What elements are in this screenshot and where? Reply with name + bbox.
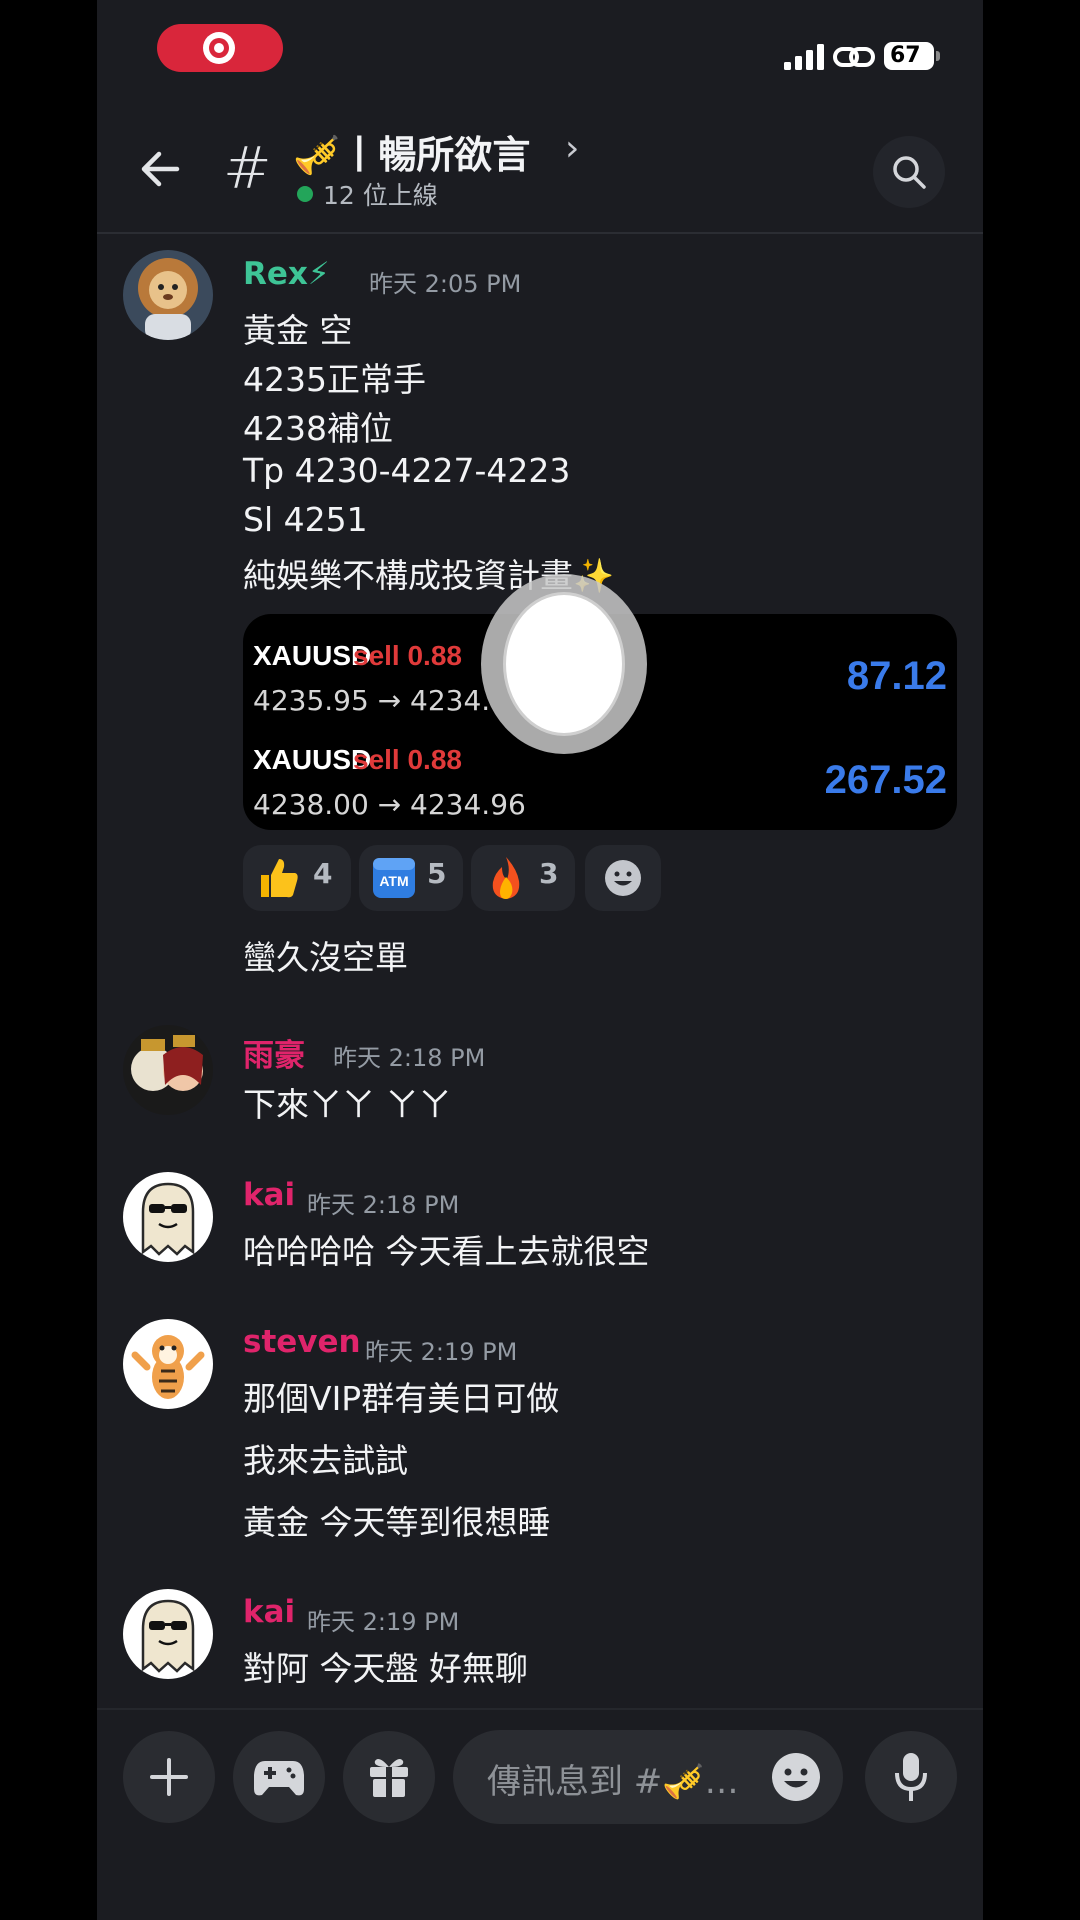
message-author[interactable]: kai [243, 1177, 295, 1213]
message-text: 蠻久沒空單 [243, 938, 408, 977]
gift-icon [370, 1759, 408, 1797]
message-text: Sl 4251 [243, 500, 368, 539]
lion-avatar-icon [123, 250, 213, 340]
activities-button[interactable] [233, 1731, 325, 1823]
channel-hash-icon: # [223, 134, 272, 202]
message-text: 哈哈哈哈 今天看上去就很空 [243, 1232, 650, 1271]
gift-button[interactable] [343, 1731, 435, 1823]
message-author[interactable]: 雨豪 [243, 1030, 305, 1075]
message-timestamp: 昨天 2:18 PM [307, 1191, 460, 1219]
message-timestamp: 昨天 2:19 PM [307, 1608, 460, 1636]
message-timestamp: 昨天 2:05 PM [369, 270, 522, 298]
add-attachment-button[interactable] [123, 1731, 215, 1823]
svg-text:ATM: ATM [379, 873, 408, 889]
avatar[interactable] [123, 1025, 213, 1115]
record-icon [203, 32, 235, 64]
back-arrow-icon[interactable] [137, 146, 183, 192]
gamepad-icon [254, 1761, 304, 1796]
message-text: 我來去試試 [243, 1441, 408, 1480]
cards-avatar-icon [123, 1025, 213, 1115]
message-timestamp: 昨天 2:18 PM [333, 1044, 486, 1072]
message-input[interactable]: 傳訊息到 #🎺… [453, 1730, 843, 1824]
reaction-thumbs-up[interactable]: 4 [243, 845, 351, 911]
message-text: 黃金 空 [243, 311, 353, 350]
message-text: 黃金 今天等到很想睡 [243, 1503, 551, 1542]
add-reaction-button[interactable] [585, 845, 661, 911]
trade-side: sell 0.88 [353, 744, 462, 775]
message-text: 4238補位 [243, 409, 393, 448]
trade-profit: 267.52 [824, 758, 947, 802]
message-input-placeholder: 傳訊息到 #🎺… [487, 1762, 739, 1802]
trade-side: sell 0.88 [353, 640, 462, 671]
message-text: Tp 4230-4227-4223 [243, 451, 571, 490]
touch-indicator-center [503, 592, 625, 736]
message-text: 下來ㄚㄚ ㄚㄚ [243, 1085, 452, 1124]
avatar[interactable] [123, 1589, 213, 1679]
battery-indicator: 67 [884, 42, 940, 70]
online-status-dot [297, 186, 313, 202]
composer-divider [97, 1708, 983, 1710]
channel-title[interactable]: 🎺丨暢所欲言 [293, 124, 530, 179]
message-text: 對阿 今天盤 好無聊 [243, 1649, 528, 1688]
fire-icon [492, 857, 520, 899]
reaction-atm[interactable]: ATM 5 [359, 845, 463, 911]
message-author[interactable]: Rex⚡ [243, 256, 330, 292]
emoji-icon[interactable] [771, 1752, 821, 1802]
search-icon [893, 156, 926, 189]
plus-icon [150, 1758, 188, 1796]
thumbs-up-icon [261, 859, 298, 898]
reaction-count: 4 [313, 857, 333, 890]
search-button[interactable] [873, 136, 945, 208]
app-screen: 67 # 🎺丨暢所欲言 › 12 位上線 Rex⚡ 昨天 2:05 PM 黃金 … [97, 0, 983, 1920]
ghost-avatar-icon [123, 1172, 213, 1262]
reaction-count: 3 [539, 857, 559, 890]
tiger-avatar-icon [123, 1319, 213, 1409]
message-author[interactable]: steven [243, 1324, 361, 1360]
trade-profit: 87.12 [846, 654, 947, 698]
header-divider [97, 232, 983, 234]
trade-prices: 4235.95 → 4234. [253, 684, 491, 717]
reaction-count: 5 [427, 857, 447, 890]
avatar[interactable] [123, 1172, 213, 1262]
chevron-right-icon[interactable]: › [565, 128, 579, 169]
link-icon [833, 47, 875, 67]
reaction-fire[interactable]: 3 [471, 845, 575, 911]
avatar[interactable] [123, 1319, 213, 1409]
microphone-icon [895, 1753, 927, 1801]
avatar[interactable] [123, 250, 213, 340]
screen-recording-indicator[interactable] [157, 24, 283, 72]
cellular-signal-icon [784, 44, 824, 70]
touch-indicator [481, 574, 647, 754]
message-text: 那個VIP群有美日可做 [243, 1379, 560, 1418]
message-timestamp: 昨天 2:19 PM [365, 1338, 518, 1366]
voice-message-button[interactable] [865, 1731, 957, 1823]
trade-prices: 4238.00 → 4234.96 [253, 788, 526, 821]
ghost-avatar-icon [123, 1589, 213, 1679]
online-count: 12 位上線 [323, 181, 438, 210]
add-reaction-icon [605, 860, 641, 896]
message-text: 4235正常手 [243, 360, 426, 399]
message-author[interactable]: kai [243, 1594, 295, 1630]
atm-icon: ATM [373, 858, 415, 898]
